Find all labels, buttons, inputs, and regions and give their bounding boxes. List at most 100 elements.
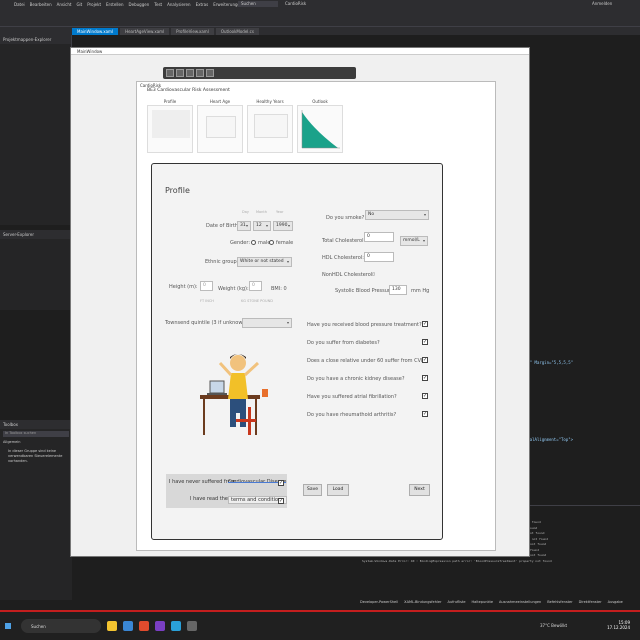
question-checkbox[interactable]: ✓ xyxy=(422,321,428,327)
tab-profile[interactable]: Profile xyxy=(146,98,194,156)
sbp-unit: mm Hg xyxy=(411,288,430,294)
binding-failures-icon[interactable] xyxy=(196,69,204,77)
visual-studio-icon[interactable] xyxy=(155,621,165,631)
question-checkbox[interactable]: ✓ xyxy=(422,375,428,381)
tab-healthy-years[interactable]: Healthy Years xyxy=(246,98,294,156)
total-cholesterol-input[interactable]: 0 xyxy=(364,232,394,242)
dob-label: Date of Birth xyxy=(206,223,238,229)
bottom-tab[interactable]: Haltepunkte xyxy=(472,600,494,604)
toolbox-search-input[interactable]: In Toolbox suchen xyxy=(3,431,69,437)
document-tabs: MainWindow.xaml HeartAgeView.xaml ProfileV… xyxy=(0,27,640,35)
dob-year-value: 1990 xyxy=(276,223,288,228)
question-label: Do you have rheumathoid arthritis? xyxy=(307,412,397,418)
dob-year-header: Year xyxy=(276,210,284,214)
menu-item[interactable]: Datei xyxy=(14,2,25,7)
outlook-thumbnail xyxy=(297,105,343,153)
ethnic-group-select[interactable]: White or not stated ▾ xyxy=(237,257,292,267)
menu-item[interactable]: Analysieren xyxy=(167,2,190,7)
document-tab[interactable]: HeartAgeView.xaml xyxy=(120,28,170,35)
chevron-down-icon: ▾ xyxy=(287,223,290,228)
display-adorners-icon[interactable] xyxy=(176,69,184,77)
bottom-tool-tabs: Developer-PowerShell XAML-Bindungsfehler A… xyxy=(360,598,640,606)
profile-heading: Profile xyxy=(165,186,190,195)
question-checkbox[interactable]: ✓ xyxy=(422,393,428,399)
app-window-icon[interactable] xyxy=(171,621,181,631)
clock[interactable]: 15:09 17.12.2024 xyxy=(607,620,630,630)
chevron-down-icon: ▾ xyxy=(245,223,248,228)
sbp-label: Systolic Blood Pressure: xyxy=(335,288,395,294)
document-tab[interactable]: MainWindow.xaml xyxy=(72,28,119,35)
menu-item[interactable]: Git xyxy=(76,2,82,7)
menu-item[interactable]: Debuggen xyxy=(129,2,150,7)
save-button[interactable]: Save xyxy=(303,484,322,496)
nonhdl-cholesterol-value: 0 xyxy=(372,272,376,278)
gender-label: Gender: xyxy=(230,240,251,246)
ethnic-group-value: White or not stated xyxy=(240,259,284,264)
smoke-select[interactable]: No ▾ xyxy=(365,210,429,220)
bottom-tab[interactable]: Direktfenster xyxy=(579,600,602,604)
live-visual-tree-toolbar xyxy=(163,67,356,79)
total-cholesterol-label: Total Cholesterol: xyxy=(322,238,366,244)
dob-month-value: 12 xyxy=(256,223,262,228)
app-icon[interactable] xyxy=(139,621,149,631)
windows-start-icon[interactable] xyxy=(5,623,11,629)
terms-checkbox[interactable]: ✓ xyxy=(278,498,284,504)
solution-explorer-title: Projektmappen-Explorer xyxy=(0,35,71,44)
profile-thumbnail xyxy=(147,105,193,153)
tab-outlook[interactable]: Outlook xyxy=(296,98,344,156)
cholesterol-unit-value: mmol/L xyxy=(403,238,420,243)
cholesterol-unit-select[interactable]: mmol/L ▾ xyxy=(400,236,428,246)
bottom-tab[interactable]: Ausnahmeeinstellungen xyxy=(499,600,541,604)
file-explorer-icon[interactable] xyxy=(107,621,117,631)
settings-icon[interactable] xyxy=(187,621,197,631)
menu-item[interactable]: Test xyxy=(154,2,162,7)
hdl-cholesterol-input[interactable]: 0 xyxy=(364,252,394,262)
ide-search-box[interactable]: Suchen xyxy=(238,1,278,7)
dob-day-select[interactable]: 31 ▾ xyxy=(237,221,251,231)
menu-item[interactable]: Ansicht xyxy=(57,2,72,7)
height-input[interactable]: 0 xyxy=(200,281,213,291)
tab-heart-age-label: Heart Age xyxy=(209,99,231,104)
bottom-tab[interactable]: Aufrufliste xyxy=(447,600,465,604)
never-cvd-checkbox[interactable]: ✓ xyxy=(278,480,284,486)
menu-item[interactable]: Extras xyxy=(196,2,209,7)
clock-date: 17.12.2024 xyxy=(607,625,630,630)
document-tab[interactable]: OutlookModel.cs xyxy=(215,28,259,35)
dob-month-header: Month xyxy=(256,210,267,214)
weight-input[interactable]: 0 xyxy=(249,281,262,291)
track-focus-icon[interactable] xyxy=(186,69,194,77)
townsend-select[interactable]: ▾ xyxy=(242,318,292,328)
edge-icon[interactable] xyxy=(123,621,133,631)
hot-reload-icon[interactable] xyxy=(206,69,214,77)
weight-unit-hint: KG STONE POUND xyxy=(241,299,273,303)
menu-item[interactable]: Erstellen xyxy=(106,2,124,7)
tab-heart-age[interactable]: Heart Age xyxy=(196,98,244,156)
dob-month-select[interactable]: 12 ▾ xyxy=(253,221,271,231)
bottom-tab[interactable]: Ausgabe xyxy=(608,600,623,604)
bottom-tab[interactable]: Befehlsfenster xyxy=(547,600,572,604)
weather-status[interactable]: 37°C Bewölkt xyxy=(540,623,567,628)
weight-label: Weight (kg): xyxy=(218,286,249,292)
question-checkbox[interactable]: ✓ xyxy=(422,357,428,363)
next-button[interactable]: Next xyxy=(409,484,430,496)
taskbar-search[interactable]: Suchen xyxy=(21,619,101,633)
sign-in-link[interactable]: Anmelden xyxy=(592,1,612,7)
question-checkbox[interactable]: ✓ xyxy=(422,411,428,417)
consent-panel: I have never suffered from Cardiovascula… xyxy=(166,474,287,508)
menu-item[interactable]: Projekt xyxy=(87,2,101,7)
tab-profile-label: Profile xyxy=(163,99,177,104)
bottom-tab[interactable]: Developer-PowerShell xyxy=(360,600,398,604)
gender-female-radio[interactable] xyxy=(269,240,274,245)
gender-male-radio[interactable] xyxy=(251,240,256,245)
sbp-input[interactable]: 130 xyxy=(389,285,407,295)
bottom-tab[interactable]: XAML-Bindungsfehler xyxy=(404,600,441,604)
document-tab[interactable]: ProfileView.xaml xyxy=(171,28,214,35)
profile-form: Profile Day Month Year Date of Birth 31 ▾… xyxy=(151,163,443,540)
load-button[interactable]: Load xyxy=(327,484,349,496)
question-checkbox[interactable]: ✓ xyxy=(422,339,428,345)
app-window-titlebar: MainWindow xyxy=(71,48,529,55)
assessment-title: BE3 Cardiovascular Risk Assessment xyxy=(147,88,230,93)
select-element-icon[interactable] xyxy=(166,69,174,77)
dob-year-select[interactable]: 1990 ▾ xyxy=(273,221,293,231)
menu-item[interactable]: Bearbeiten xyxy=(30,2,52,7)
